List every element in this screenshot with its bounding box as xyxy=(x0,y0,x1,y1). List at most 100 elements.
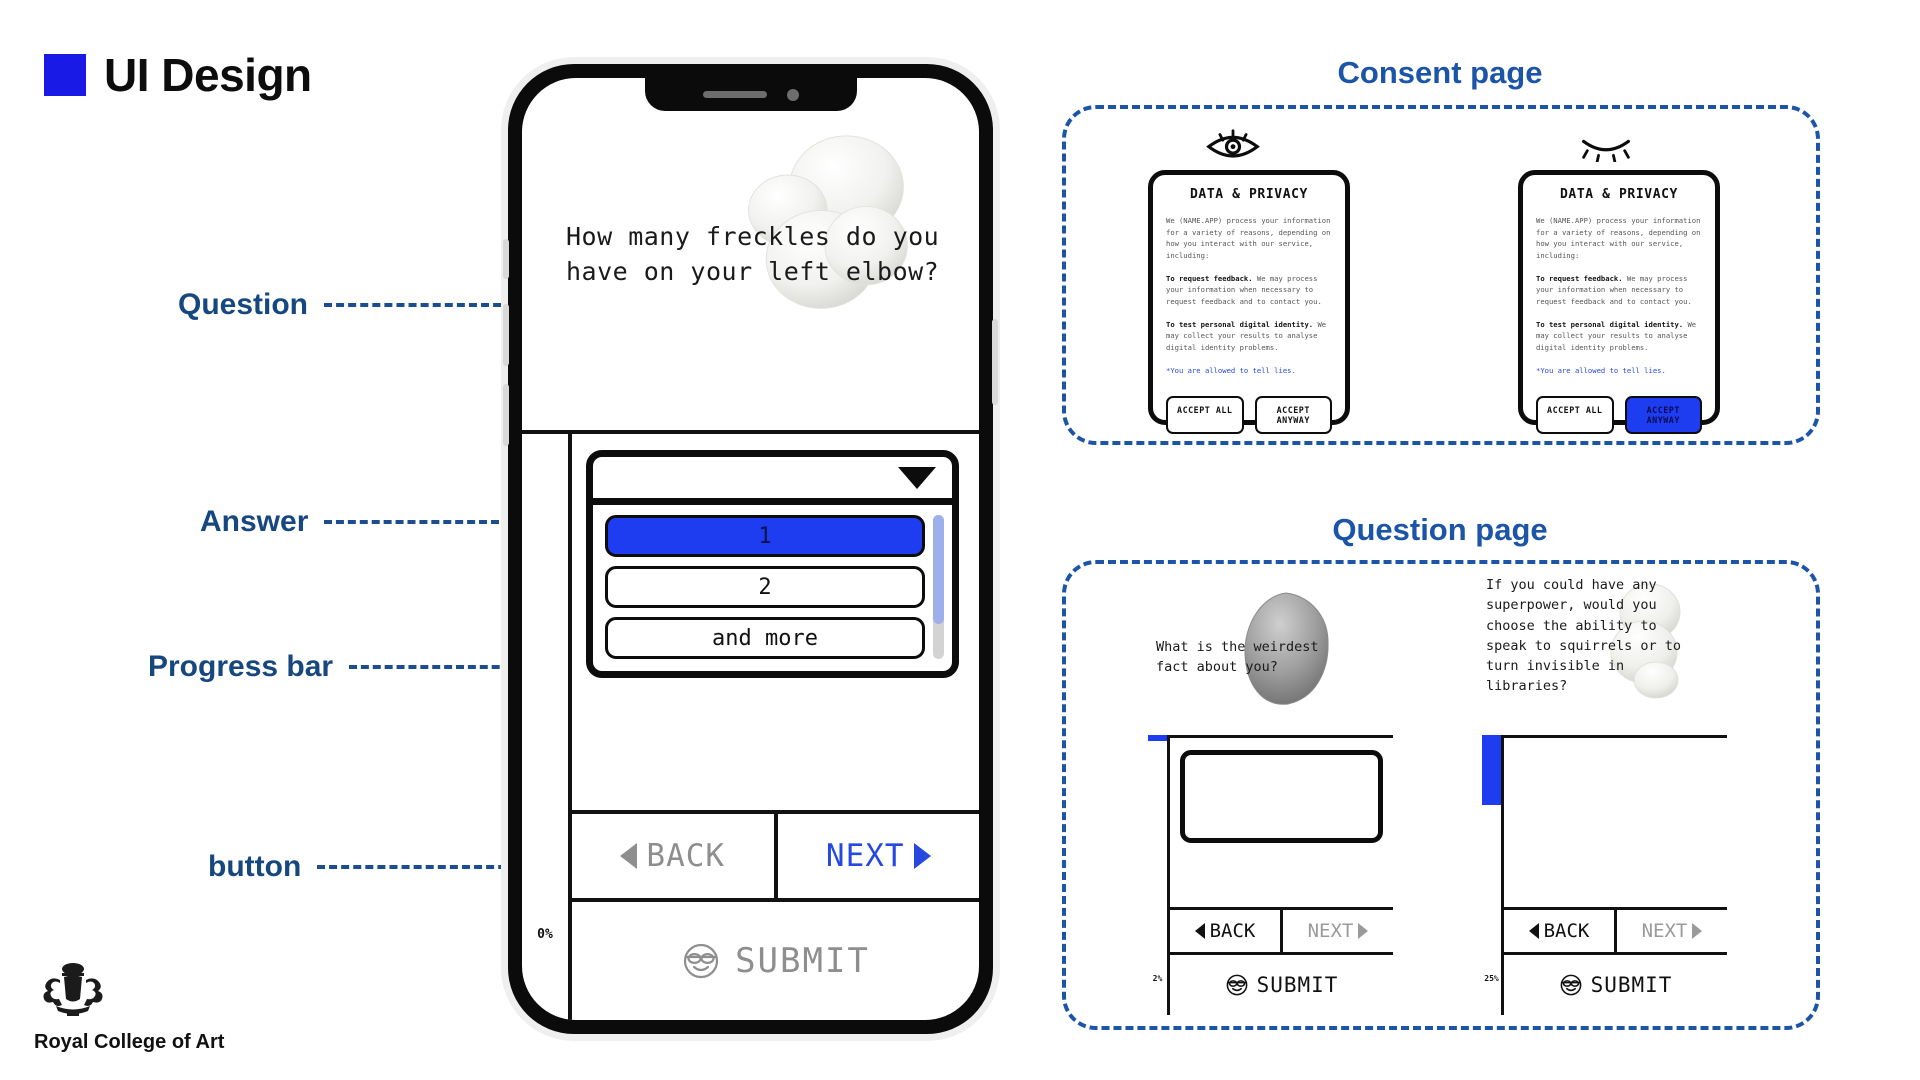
next-button-label: NEXT xyxy=(1307,920,1354,942)
sunglasses-smiley-icon xyxy=(683,943,719,979)
submit-button-label: SUBMIT xyxy=(1590,973,1673,997)
annotation-button-label: button xyxy=(208,850,302,883)
question-screen-body: 2% BACK NEXT SUBMIT xyxy=(1148,735,1393,1015)
annotation-answer-label: Answer xyxy=(200,505,309,538)
phone-volume-down-button[interactable] xyxy=(503,384,509,446)
phone-mockup: How many freckles do you have on your le… xyxy=(503,64,998,1034)
dropdown-options: 1 2 and more xyxy=(605,515,925,659)
slide-canvas: UI Design Question Answer Progress bar b… xyxy=(0,0,1920,1080)
sunglasses-smiley-icon xyxy=(1226,974,1247,996)
consent-card: DATA & PRIVACY We (NAME.APP) process you… xyxy=(1518,170,1720,435)
consent-panel-title: Consent page xyxy=(1337,55,1543,90)
consent-buttons-row: ACCEPT ALL ACCEPT ANYWAY xyxy=(1166,396,1332,435)
back-button[interactable]: BACK xyxy=(1170,910,1283,952)
answer-area: 1 2 and more xyxy=(572,434,979,810)
accept-anyway-button[interactable]: ACCEPT ANYWAY xyxy=(1254,396,1332,435)
consent-point-2-bold: To test personal digital identity. xyxy=(1536,319,1684,329)
answer-input[interactable] xyxy=(1180,750,1383,843)
eye-open-icon xyxy=(1206,129,1260,158)
progress-bar: 25% xyxy=(1482,735,1504,1015)
phone-notch xyxy=(644,78,857,111)
triangle-left-icon xyxy=(1528,923,1539,939)
back-button[interactable]: BACK xyxy=(1504,910,1617,952)
navigation-row: BACK NEXT xyxy=(1170,907,1393,955)
dropdown-option[interactable]: and more xyxy=(605,617,925,659)
submit-button[interactable]: SUBMIT xyxy=(572,902,979,1020)
consent-point-2-bold: To test personal digital identity. xyxy=(1166,319,1314,329)
back-button-label: BACK xyxy=(1543,920,1590,942)
accept-all-button[interactable]: ACCEPT ALL xyxy=(1166,396,1244,435)
question-screen: If you could have any superpower, would … xyxy=(1482,570,1727,1015)
dropdown-option[interactable]: 2 xyxy=(605,566,925,608)
progress-bar-fill xyxy=(1148,735,1167,741)
back-button-label: BACK xyxy=(1209,920,1256,942)
consent-intro-text: We (NAME.APP) process your information f… xyxy=(1166,216,1331,260)
triangle-right-icon xyxy=(1358,923,1369,939)
consent-footnote: *You are allowed to tell lies. xyxy=(1166,365,1296,375)
front-camera-icon xyxy=(786,88,799,101)
progress-bar-fill xyxy=(1482,735,1501,805)
phone-lower-section: 0% 1 2 and more BACK NEXT SUBMIT xyxy=(522,430,979,1020)
next-button[interactable]: NEXT xyxy=(1283,910,1393,952)
submit-button-label: SUBMIT xyxy=(735,941,870,981)
page-title-text: UI Design xyxy=(104,49,312,101)
dropdown-scrollbar-thumb[interactable] xyxy=(933,515,944,625)
footer-logo: Royal College of Art xyxy=(34,960,244,1054)
back-button[interactable]: BACK xyxy=(572,814,778,898)
phone-volume-up-button[interactable] xyxy=(503,304,509,366)
annotation-question-label: Question xyxy=(178,288,309,321)
royal-crest-icon xyxy=(43,963,103,1016)
question-screen-body: 25% BACK NEXT SUBMIT xyxy=(1482,735,1727,1015)
back-button-label: BACK xyxy=(646,838,726,874)
earpiece-speaker-icon xyxy=(702,91,767,98)
consent-point-1-bold: To request feedback. xyxy=(1166,273,1253,283)
progress-bar: 0% xyxy=(522,434,572,1020)
accept-anyway-button[interactable]: ACCEPT ANYWAY xyxy=(1624,396,1702,435)
annotation-progress-bar-label: Progress bar xyxy=(148,650,334,683)
dropdown-toggle[interactable] xyxy=(593,457,952,505)
navigation-row: BACK NEXT xyxy=(572,810,979,902)
question-text: What is the weirdest fact about you? xyxy=(1156,639,1319,676)
sunglasses-smiley-icon xyxy=(1560,974,1581,996)
answer-area xyxy=(1504,738,1727,907)
submit-button[interactable]: SUBMIT xyxy=(1504,955,1727,1015)
phone-content-column: 1 2 and more BACK NEXT SUBMIT xyxy=(572,434,979,1020)
dropdown-options-list: 1 2 and more xyxy=(593,505,952,671)
consent-point-1-bold: To request feedback. xyxy=(1536,273,1623,283)
question-content-column: BACK NEXT SUBMIT xyxy=(1170,735,1393,1015)
dropdown-option[interactable]: 1 xyxy=(605,515,925,557)
question-text: How many freckles do you have on your le… xyxy=(566,221,940,287)
next-button[interactable]: NEXT xyxy=(778,814,980,898)
dropdown-scrollbar[interactable] xyxy=(933,515,944,659)
consent-footnote: *You are allowed to tell lies. xyxy=(1536,365,1666,375)
consent-intro-text: We (NAME.APP) process your information f… xyxy=(1536,216,1701,260)
title-square-icon xyxy=(44,54,86,96)
phone-mute-switch[interactable] xyxy=(503,239,509,279)
footer-logo-text: Royal College of Art xyxy=(34,1031,225,1053)
consent-point-1: To request feedback. We may process your… xyxy=(1536,273,1702,308)
triangle-right-icon xyxy=(1692,923,1703,939)
chevron-down-icon[interactable] xyxy=(898,466,936,489)
progress-percent-label: 0% xyxy=(537,927,553,942)
next-button-label: NEXT xyxy=(825,838,905,874)
submit-button[interactable]: SUBMIT xyxy=(1170,955,1393,1015)
next-button[interactable]: NEXT xyxy=(1617,910,1727,952)
consent-point-2: To test personal digital identity. We ma… xyxy=(1166,319,1332,354)
submit-button-label: SUBMIT xyxy=(1256,973,1339,997)
triangle-right-icon xyxy=(913,843,931,869)
phone-power-button[interactable] xyxy=(992,319,998,405)
navigation-row: BACK NEXT xyxy=(1504,907,1727,955)
progress-percent-label: 25% xyxy=(1484,974,1499,983)
question-text: If you could have any superpower, would … xyxy=(1486,577,1682,695)
accept-all-button[interactable]: ACCEPT ALL xyxy=(1536,396,1614,435)
question-panel-title: Question page xyxy=(1332,512,1548,547)
progress-bar: 2% xyxy=(1148,735,1170,1015)
question-area: How many freckles do you have on your le… xyxy=(522,78,979,430)
consent-point-2: To test personal digital identity. We ma… xyxy=(1536,319,1702,354)
question-screen: What is the weirdest fact about you? 2% … xyxy=(1148,585,1393,1015)
triangle-left-icon xyxy=(1194,923,1205,939)
answer-dropdown[interactable]: 1 2 and more xyxy=(586,450,959,678)
answer-area xyxy=(1170,738,1393,907)
next-button-label: NEXT xyxy=(1641,920,1688,942)
consent-card: DATA & PRIVACY We (NAME.APP) process you… xyxy=(1148,170,1350,435)
